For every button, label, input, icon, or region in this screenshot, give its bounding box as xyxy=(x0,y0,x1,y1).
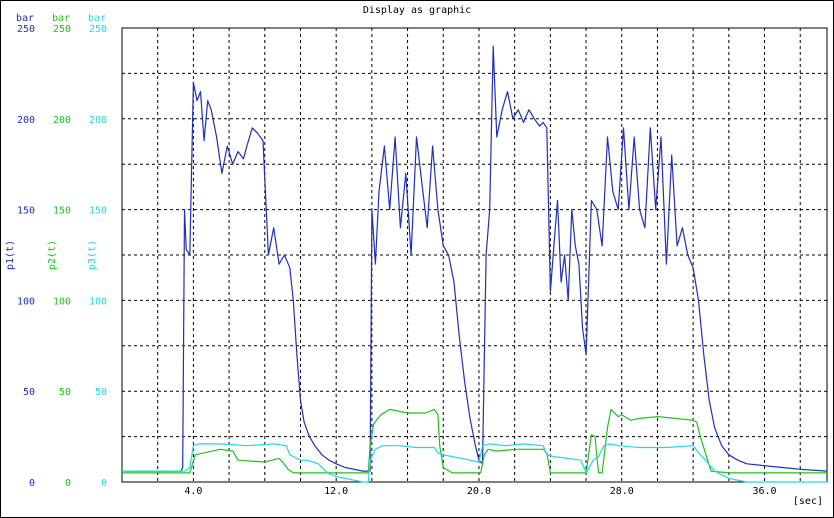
y-axis-unit: bar xyxy=(52,13,70,24)
y-tick-label: 50 xyxy=(59,387,71,398)
y-tick-label: 50 xyxy=(95,387,107,398)
chart-svg: Display as graphic 4.0 12.0 20.0 28.0 36.0 b… xyxy=(5,5,828,507)
y-tick-label: 0 xyxy=(29,478,35,489)
y-tick-label: 150 xyxy=(89,206,107,217)
x-tick-label: 12.0 xyxy=(324,486,348,497)
y-tick-label: 50 xyxy=(23,387,35,398)
y-tick-label: 100 xyxy=(17,296,35,307)
y-tick-label: 200 xyxy=(17,115,35,126)
x-axis: 4.0 12.0 20.0 28.0 36.0 xyxy=(184,486,776,497)
plot-area xyxy=(121,27,828,483)
y-tick-label: 250 xyxy=(53,24,71,35)
series-layer xyxy=(122,45,828,483)
y-tick-label: 0 xyxy=(65,478,71,489)
y-tick-label: 200 xyxy=(53,115,71,126)
y-axis-series-name: p2(t) xyxy=(47,240,58,270)
y-axis-unit: bar xyxy=(88,13,106,24)
x-tick-label: 4.0 xyxy=(184,486,202,497)
chart-title: Display as graphic xyxy=(363,5,471,16)
chart-window: Display as graphic 4.0 12.0 20.0 28.0 36.0 b… xyxy=(0,0,834,518)
x-tick-label: 36.0 xyxy=(752,486,776,497)
x-tick-label: 20.0 xyxy=(467,486,491,497)
x-axis-label: [sec] xyxy=(793,496,823,507)
y-tick-label: 250 xyxy=(17,24,35,35)
y-tick-label: 0 xyxy=(101,478,107,489)
y-axis-series-name: p3(t) xyxy=(87,240,98,270)
y-tick-label: 250 xyxy=(89,24,107,35)
grid xyxy=(122,28,827,482)
series-line-p3t xyxy=(122,443,827,483)
y-axis-series-name: p1(t) xyxy=(5,240,16,270)
y-tick-label: 100 xyxy=(53,296,71,307)
y-axis-unit: bar xyxy=(16,13,34,24)
y-tick-label: 100 xyxy=(89,296,107,307)
y-tick-label: 150 xyxy=(53,206,71,217)
y-tick-label: 150 xyxy=(17,206,35,217)
y-tick-label: 200 xyxy=(89,115,107,126)
x-tick-label: 28.0 xyxy=(610,486,634,497)
y-axes: bar 0 50 100 150 200 250 p1(t) bar 0 50 100 150 200 25… xyxy=(5,13,107,489)
series-line-p1t xyxy=(122,45,828,472)
